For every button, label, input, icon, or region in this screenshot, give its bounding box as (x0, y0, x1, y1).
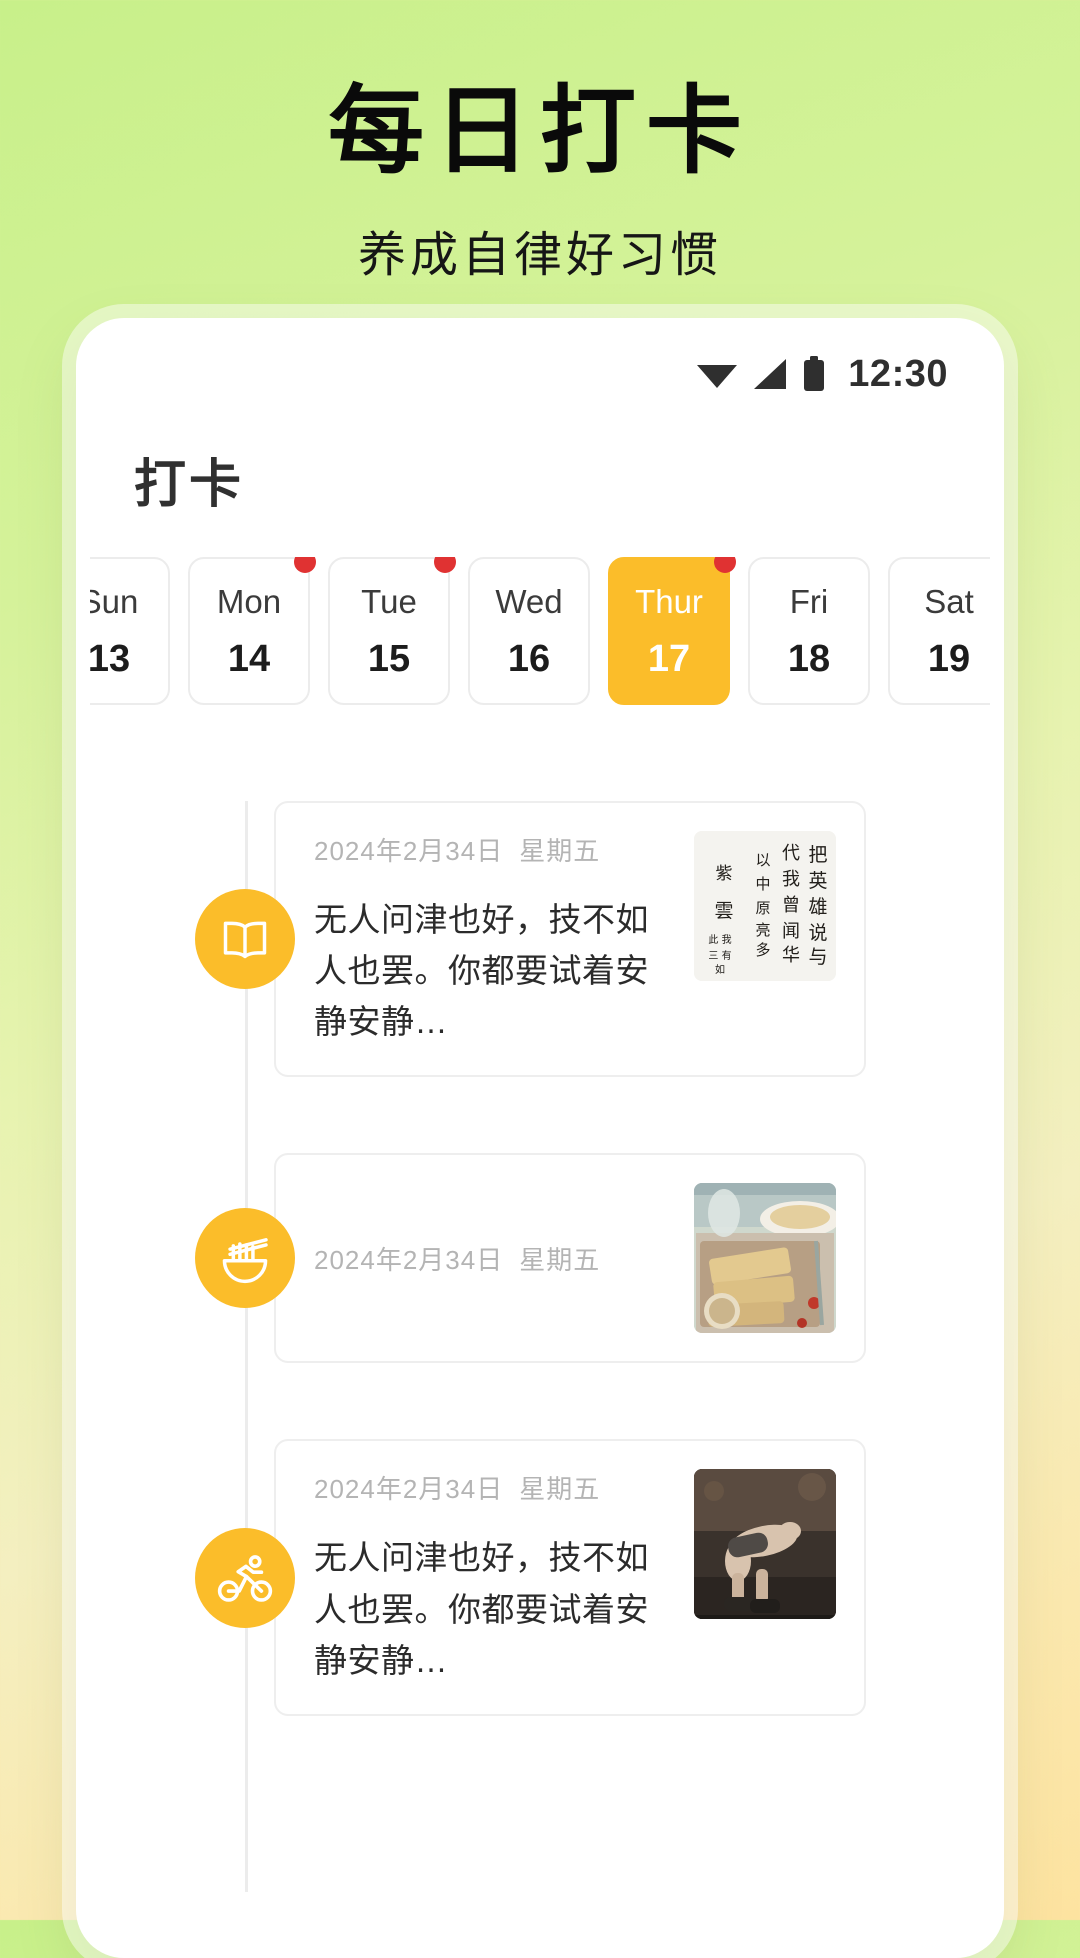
svg-text:英: 英 (808, 870, 827, 892)
page-title: 打卡 (134, 456, 245, 514)
signal-icon (752, 358, 788, 390)
promo-header: 每日打卡 养成自律好习惯 (0, 0, 1080, 285)
day-card-mon[interactable]: Mon 14 (188, 557, 316, 705)
card-date: 2024年2月34日 星期五 (314, 831, 672, 868)
day-number: 16 (507, 637, 551, 680)
svg-text:把: 把 (808, 844, 827, 866)
timeline-entry[interactable]: 2024年2月34日 星期五无人问津也好，技不如人也罢。你都要试着安静安静… (90, 1439, 990, 1716)
day-name: Sun (90, 582, 139, 620)
workout-image[interactable] (694, 1469, 836, 1620)
battery-icon (802, 356, 826, 392)
svg-text:我: 我 (782, 869, 800, 890)
day-name: Thur (635, 582, 703, 620)
card-text: 无人问津也好，技不如人也罢。你都要试着安静安静… (314, 1539, 649, 1679)
day-name: Mon (216, 582, 282, 620)
checkin-card[interactable]: 2024年2月34日 星期五无人问津也好，技不如人也罢。你都要试着安静安静… 把 … (274, 801, 866, 1078)
card-date: 2024年2月34日 星期五 (314, 1469, 672, 1506)
svg-text:亮: 亮 (755, 921, 770, 939)
svg-text:中: 中 (755, 875, 770, 893)
cycling-icon[interactable] (195, 1527, 295, 1628)
checkin-card[interactable]: 2024年2月34日 星期五 (274, 1153, 866, 1364)
card-date-text: 2024年2月34日 (314, 836, 504, 866)
day-name: Wed (495, 582, 563, 620)
day-number: 14 (227, 637, 271, 680)
day-number: 13 (90, 637, 131, 680)
svg-text:曾: 曾 (782, 895, 800, 916)
week-day-strip[interactable]: Sun 13 Mon 14 Tue 15 Wed 16 Thur 17 Fri 18 Sat 19 (90, 557, 990, 705)
phone-screen: 12:30 打卡 Sun 13 Mon 14 Tue 15 Wed 16 Thur 17 Fri 18… (90, 332, 990, 1944)
card-body: 2024年2月34日 星期五无人问津也好，技不如人也罢。你都要试着安静安静… (314, 831, 672, 1047)
svg-text:雄: 雄 (808, 896, 827, 918)
svg-text:以: 以 (755, 851, 770, 869)
calligraphy-image[interactable]: 把 英 雄 说 与 代 我 曾 闻 华 以 中 原 亮 多 紫 雲 此 我 三 … (694, 831, 836, 981)
status-bar: 12:30 (90, 332, 990, 406)
day-number: 18 (787, 637, 831, 680)
day-card-fri[interactable]: Fri 18 (748, 557, 870, 705)
svg-text:说: 说 (808, 922, 827, 944)
card-text: 无人问津也好，技不如人也罢。你都要试着安静安静… (314, 901, 649, 1041)
day-number: 19 (927, 637, 971, 680)
app-bar: 打卡 (90, 406, 990, 557)
day-number: 15 (367, 637, 411, 680)
card-date-text: 2024年2月34日 (314, 1474, 504, 1505)
timeline-entry-list: 2024年2月34日 星期五 无人问津也好，技不如人也罢。你都要试着安静安静… 把 … (90, 801, 990, 1716)
phone-mockup: 12:30 打卡 Sun 13 Mon 14 Tue 15 Wed 16 Thur 17 Fri 18… (76, 318, 1004, 1958)
promo-title: 每日打卡 (328, 78, 752, 185)
svg-text:多: 多 (755, 941, 770, 959)
day-badge-dot (714, 557, 736, 573)
food-image[interactable] (694, 1183, 836, 1334)
book-icon[interactable] (195, 889, 295, 990)
day-card-wed[interactable]: Wed 16 (468, 557, 590, 705)
svg-text:此 我: 此 我 (708, 933, 731, 946)
svg-text:代: 代 (782, 843, 800, 864)
checkin-card[interactable]: 2024年2月34日 星期五无人问津也好，技不如人也罢。你都要试着安静安静… (274, 1439, 866, 1716)
svg-text:如: 如 (715, 963, 725, 976)
card-body: 2024年2月34日 星期五无人问津也好，技不如人也罢。你都要试着安静安静… (314, 1469, 672, 1685)
svg-text:紫: 紫 (716, 864, 733, 884)
svg-text:原: 原 (755, 899, 770, 917)
day-name: Fri (789, 582, 829, 620)
svg-text:与: 与 (808, 946, 827, 968)
svg-text:雲: 雲 (714, 900, 733, 922)
day-name: Tue (361, 582, 417, 620)
day-card-sat[interactable]: Sat 19 (888, 557, 990, 705)
day-badge-dot (294, 557, 316, 573)
card-weekday-text: 星期五 (519, 1244, 601, 1275)
card-date-text: 2024年2月34日 (314, 1244, 504, 1275)
status-time: 12:30 (848, 352, 948, 395)
noodle-bowl-icon[interactable] (195, 1208, 295, 1309)
timeline-entry[interactable]: 2024年2月34日 星期五无人问津也好，技不如人也罢。你都要试着安静安静… 把 … (90, 801, 990, 1078)
card-weekday-text: 星期五 (519, 836, 601, 866)
checkin-timeline: 2024年2月34日 星期五 无人问津也好，技不如人也罢。你都要试着安静安静… 把 … (90, 801, 990, 1892)
svg-text:闻: 闻 (782, 921, 800, 942)
promo-subtitle: 养成自律好习惯 (357, 228, 722, 282)
card-body: 2024年2月34日 星期五 (314, 1240, 672, 1277)
day-number: 17 (647, 637, 691, 680)
card-date: 2024年2月34日 星期五 (314, 1240, 672, 1277)
day-card-sun[interactable]: Sun 13 (90, 557, 170, 705)
day-badge-dot (434, 557, 456, 573)
timeline-entry[interactable]: 2024年2月34日 星期五 (90, 1153, 990, 1364)
svg-text:华: 华 (782, 945, 800, 966)
day-card-tue[interactable]: Tue 15 (328, 557, 456, 705)
wifi-icon (696, 359, 738, 389)
day-name: Sat (924, 582, 974, 620)
card-weekday-text: 星期五 (519, 1474, 601, 1505)
day-card-thur[interactable]: Thur 17 (608, 557, 736, 705)
svg-text:三 有: 三 有 (708, 949, 731, 962)
